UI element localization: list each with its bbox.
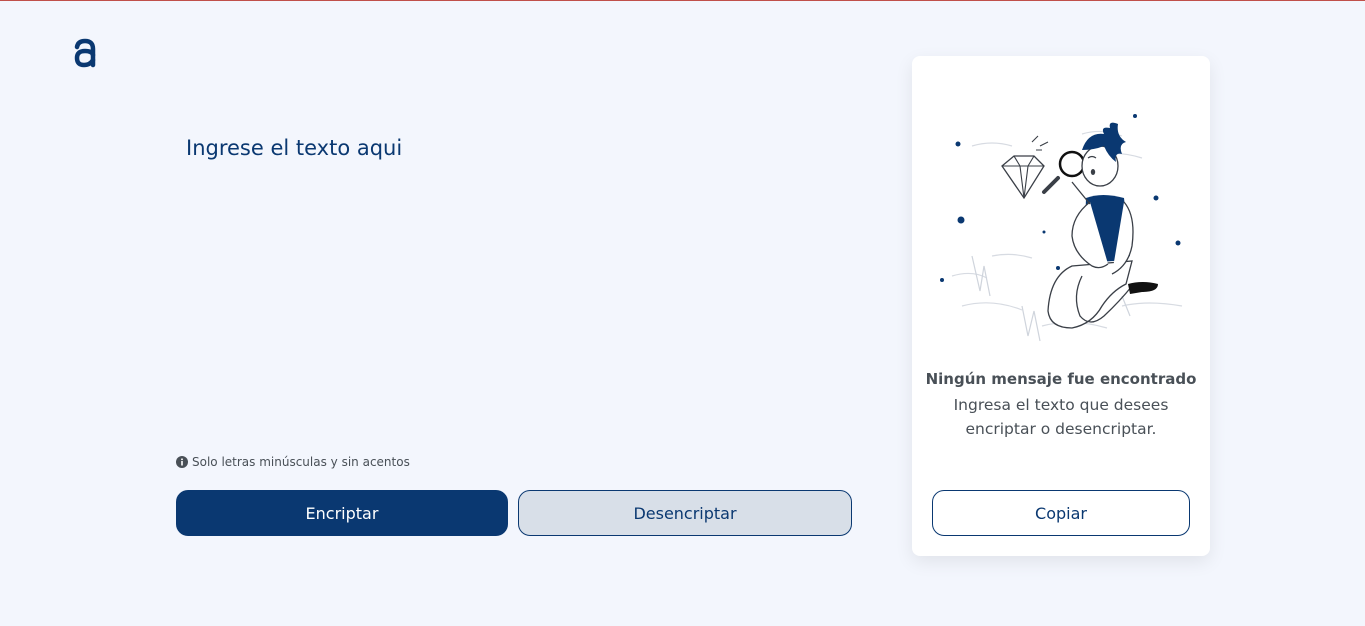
person-with-magnifying-glass-illustration bbox=[940, 114, 1183, 342]
empty-result-message: Ingresa el texto que desees encriptar o … bbox=[953, 396, 1169, 438]
hint-text: Solo letras minúsculas y sin acentos bbox=[192, 455, 410, 469]
input-hint: Solo letras minúsculas y sin acentos bbox=[176, 455, 410, 469]
message-input[interactable] bbox=[176, 130, 852, 430]
copy-button[interactable]: Copiar bbox=[932, 490, 1190, 536]
decrypt-button[interactable]: Desencriptar bbox=[518, 490, 852, 536]
result-panel: Ningún mensaje fue encontrado Ingresa el… bbox=[912, 56, 1210, 556]
empty-result-title: Ningún mensaje fue encontrado bbox=[925, 370, 1197, 388]
top-accent-line bbox=[0, 0, 1365, 1]
encrypt-button[interactable]: Encriptar bbox=[176, 490, 508, 536]
info-icon bbox=[176, 456, 188, 468]
alura-logo-icon bbox=[74, 38, 96, 68]
